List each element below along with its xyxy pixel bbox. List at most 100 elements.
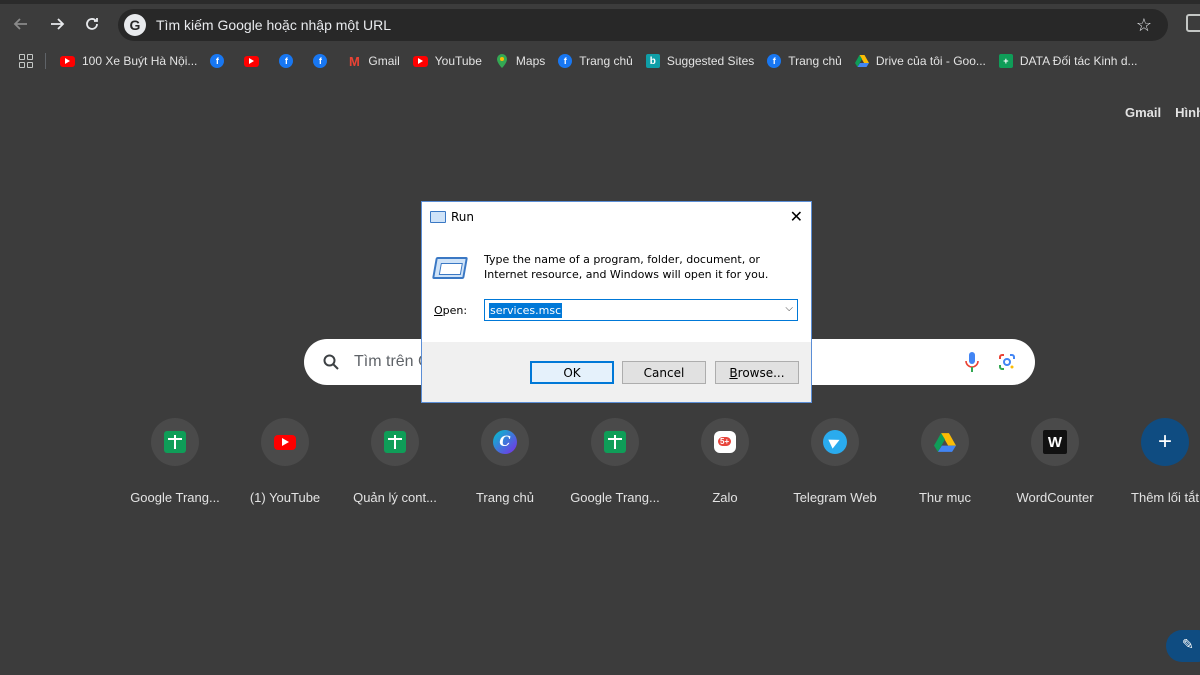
add-shortcut-tile[interactable]: + Thêm lối tắt <box>1110 418 1200 505</box>
bookmark-item[interactable]: f <box>279 54 300 68</box>
apps-grid-icon[interactable] <box>19 54 33 68</box>
sheets-icon <box>164 431 186 453</box>
shortcut-label: Google Trang... <box>570 490 660 505</box>
gmail-icon: M <box>348 53 360 69</box>
search-icon <box>323 354 339 370</box>
bookmark-item[interactable]: Drive của tôi - Goo... <box>854 54 986 68</box>
forward-arrow-icon <box>51 18 65 30</box>
bing-icon: b <box>645 54 660 68</box>
run-dialog: Run ✕ Type the name of a program, folder… <box>421 201 812 403</box>
bookmark-label: Gmail <box>368 54 400 68</box>
bookmark-item[interactable]: f <box>313 54 334 68</box>
run-dialog-title: Run <box>451 210 475 224</box>
bookmark-item[interactable]: f Trang chủ <box>558 54 633 68</box>
cancel-button[interactable]: Cancel <box>622 361 706 384</box>
maps-icon <box>495 54 509 68</box>
bookmark-item[interactable]: + DATA Đối tác Kinh d... <box>998 54 1138 68</box>
bookmark-item[interactable]: 100 Xe Buýt Hà Nội... <box>60 54 197 68</box>
youtube-icon <box>244 55 260 67</box>
facebook-icon: f <box>558 54 573 68</box>
shortcut-label: Zalo <box>712 490 738 505</box>
shortcut-tile[interactable]: Quản lý cont... <box>340 418 450 505</box>
shortcut-label: Google Trang... <box>130 490 220 505</box>
shortcut-tile[interactable]: Telegram Web <box>780 418 890 505</box>
pencil-icon: ✎ <box>1182 636 1194 652</box>
shortcut-icon-circle <box>261 418 309 466</box>
shortcut-tile[interactable]: Google Trang... <box>560 418 670 505</box>
bookmark-star-icon[interactable]: ☆ <box>1136 15 1152 36</box>
shortcut-icon-circle <box>921 418 969 466</box>
reload-icon <box>86 18 98 30</box>
open-label-text: pen: <box>442 304 468 317</box>
bookmark-label: 100 Xe Buýt Hà Nội... <box>82 54 198 68</box>
forward-button[interactable] <box>45 12 69 36</box>
canva-icon: C <box>493 430 517 454</box>
run-command-input[interactable]: services.msc ⌵ <box>484 299 798 321</box>
drive-icon <box>854 54 869 68</box>
shortcut-tiles: Google Trang... (1) YouTube Quản lý cont… <box>120 418 1200 508</box>
bookmark-item[interactable]: b Suggested Sites <box>645 54 755 68</box>
shortcut-tile[interactable]: Google Trang... <box>120 418 230 505</box>
shortcut-icon-circle <box>151 418 199 466</box>
bookmark-item[interactable]: f <box>210 54 231 68</box>
back-arrow-icon <box>13 18 27 30</box>
bookmark-item[interactable]: YouTube <box>412 54 482 68</box>
browse-button[interactable]: Browse... <box>715 361 799 384</box>
bookmarks-bar: 100 Xe Buýt Hà Nội... f f f M Gmail YouTu… <box>0 48 1200 74</box>
images-link[interactable]: Hình <box>1175 105 1200 120</box>
shortcut-tile[interactable]: Zalo <box>670 418 780 505</box>
bookmark-label: Trang chủ <box>788 54 842 68</box>
zalo-icon <box>714 431 736 453</box>
sheets-icon: + <box>998 54 1013 68</box>
bookmark-item[interactable]: Maps <box>495 54 545 68</box>
browse-mnemonic: B <box>729 365 738 380</box>
browser-toolbar: G Tìm kiếm Google hoặc nhập một URL ☆ <box>0 0 1200 48</box>
shortcut-label: (1) YouTube <box>249 490 321 505</box>
microphone-icon[interactable] <box>965 352 979 372</box>
reload-button[interactable] <box>80 12 104 36</box>
customize-button[interactable]: ✎ <box>1166 630 1200 662</box>
shortcut-icon-circle: W <box>1031 418 1079 466</box>
ok-button[interactable]: OK <box>530 361 614 384</box>
shortcut-icon-circle <box>591 418 639 466</box>
run-dialog-titlebar[interactable]: Run <box>422 202 811 232</box>
google-lens-icon[interactable] <box>998 353 1016 371</box>
facebook-icon: f <box>767 54 782 68</box>
shortcut-icon-circle: C <box>481 418 529 466</box>
extensions-icon[interactable] <box>1186 14 1200 32</box>
shortcut-tile[interactable]: (1) YouTube <box>230 418 340 505</box>
shortcut-tile[interactable]: W WordCounter <box>1000 418 1110 505</box>
sheets-icon <box>384 431 406 453</box>
run-app-icon <box>430 211 446 223</box>
run-dialog-footer: OK Cancel Browse... <box>422 342 811 402</box>
top-links: Gmail Hình <box>1125 105 1200 120</box>
telegram-icon <box>823 430 847 454</box>
address-bar-text: Tìm kiếm Google hoặc nhập một URL <box>156 17 391 33</box>
shortcut-tile[interactable]: C Trang chủ <box>450 418 560 505</box>
shortcut-icon-circle <box>371 418 419 466</box>
shortcut-tile[interactable]: Thư mục <box>890 418 1000 505</box>
close-icon[interactable]: ✕ <box>790 207 803 226</box>
bookmark-label: YouTube <box>434 54 482 68</box>
bookmark-item[interactable]: f Trang chủ <box>767 54 842 68</box>
facebook-icon: f <box>313 54 328 68</box>
shortcut-label: Telegram Web <box>793 490 877 505</box>
sheets-icon <box>604 431 626 453</box>
shortcut-label: WordCounter <box>1016 490 1094 505</box>
bookmark-item[interactable]: M Gmail <box>347 53 400 69</box>
facebook-icon: f <box>210 54 225 68</box>
bookmark-item[interactable] <box>244 55 266 67</box>
gmail-link[interactable]: Gmail <box>1125 105 1161 120</box>
address-bar[interactable]: G Tìm kiếm Google hoặc nhập một URL ☆ <box>118 9 1168 41</box>
bookmarks-separator <box>45 53 46 69</box>
run-large-icon <box>432 257 468 279</box>
youtube-icon <box>60 55 75 67</box>
back-button[interactable] <box>9 12 33 36</box>
shortcut-label: Trang chủ <box>475 490 535 505</box>
bookmark-label: Suggested Sites <box>666 54 755 68</box>
facebook-icon: f <box>279 54 294 68</box>
tab-strip-edge <box>0 0 1200 4</box>
wordcounter-icon: W <box>1043 430 1067 454</box>
google-g-icon: G <box>124 14 146 36</box>
chevron-down-icon[interactable]: ⌵ <box>785 303 793 314</box>
